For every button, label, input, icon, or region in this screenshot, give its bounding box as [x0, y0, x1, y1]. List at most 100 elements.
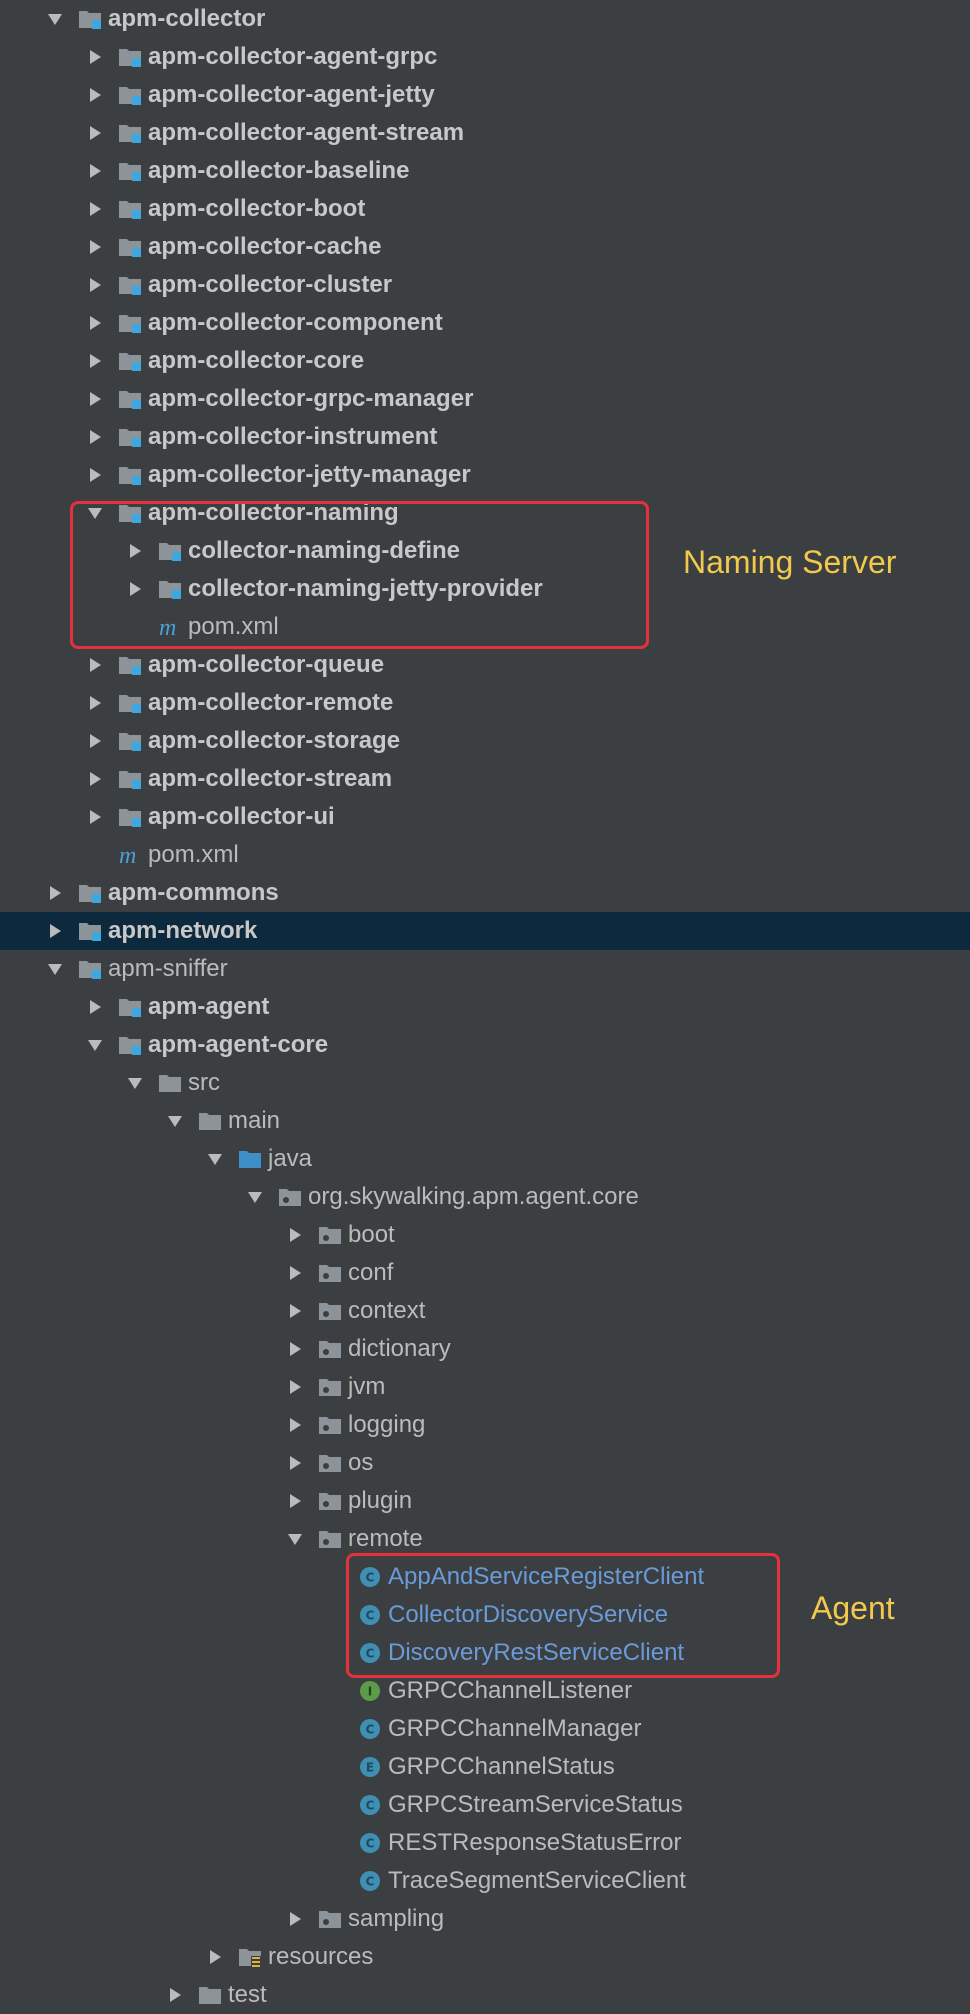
tree-row-jvm[interactable]: jvm [0, 1368, 970, 1406]
expand-arrow-icon[interactable] [286, 1492, 304, 1510]
collapse-arrow-icon[interactable] [206, 1150, 224, 1168]
tree-row-sampling[interactable]: sampling [0, 1900, 970, 1938]
expand-arrow-icon[interactable] [86, 314, 104, 332]
folder-icon [198, 1984, 222, 2006]
tree-row-apm-collector-agent-stream[interactable]: apm-collector-agent-stream [0, 114, 970, 152]
tree-row-test[interactable]: test [0, 1976, 970, 2014]
tree-row-org-skywalking-apm-agent-core[interactable]: org.skywalking.apm.agent.core [0, 1178, 970, 1216]
tree-row-main[interactable]: main [0, 1102, 970, 1140]
expand-arrow-icon[interactable] [286, 1454, 304, 1472]
collapse-arrow-icon[interactable] [286, 1530, 304, 1548]
tree-row-context[interactable]: context [0, 1292, 970, 1330]
expand-arrow-icon[interactable] [286, 1302, 304, 1320]
tree-row-grpcstreamservicestatus[interactable]: C GRPCStreamServiceStatus [0, 1786, 970, 1824]
tree-row-apm-agent[interactable]: apm-agent [0, 988, 970, 1026]
module-folder-icon [118, 730, 142, 752]
tree-row-plugin[interactable]: plugin [0, 1482, 970, 1520]
expand-arrow-icon[interactable] [86, 770, 104, 788]
collapse-arrow-icon[interactable] [46, 960, 64, 978]
expand-arrow-icon[interactable] [86, 694, 104, 712]
expand-arrow-icon[interactable] [86, 428, 104, 446]
tree-row-java[interactable]: java [0, 1140, 970, 1178]
tree-item-label: src [188, 1069, 220, 1096]
expand-arrow-icon[interactable] [86, 200, 104, 218]
tree-row-resources[interactable]: resources [0, 1938, 970, 1976]
tree-row-logging[interactable]: logging [0, 1406, 970, 1444]
tree-row-grpcchannelmanager[interactable]: C GRPCChannelManager [0, 1710, 970, 1748]
package-icon [318, 1262, 342, 1284]
expand-arrow-icon[interactable] [206, 1948, 224, 1966]
expand-arrow-icon[interactable] [86, 390, 104, 408]
expand-arrow-icon[interactable] [46, 922, 64, 940]
expand-arrow-icon[interactable] [286, 1910, 304, 1928]
tree-row-apm-collector-remote[interactable]: apm-collector-remote [0, 684, 970, 722]
tree-item-label: GRPCChannelListener [388, 1677, 633, 1704]
tree-row-grpcchannelstatus[interactable]: E GRPCChannelStatus [0, 1748, 970, 1786]
tree-item-label: apm-agent-core [148, 1031, 329, 1058]
tree-row-apm-collector-cluster[interactable]: apm-collector-cluster [0, 266, 970, 304]
collapse-arrow-icon[interactable] [86, 1036, 104, 1054]
collapse-arrow-icon[interactable] [246, 1188, 264, 1206]
tree-item-label: org.skywalking.apm.agent.core [308, 1183, 639, 1210]
tree-row-apm-collector-core[interactable]: apm-collector-core [0, 342, 970, 380]
expand-arrow-icon[interactable] [86, 238, 104, 256]
package-icon [318, 1224, 342, 1246]
tree-row-conf[interactable]: conf [0, 1254, 970, 1292]
expand-arrow-icon[interactable] [286, 1226, 304, 1244]
tree-row-tracesegmentserviceclient[interactable]: C TraceSegmentServiceClient [0, 1862, 970, 1900]
expand-arrow-icon[interactable] [166, 1986, 184, 2004]
expand-arrow-icon[interactable] [86, 86, 104, 104]
tree-row-apm-collector-baseline[interactable]: apm-collector-baseline [0, 152, 970, 190]
tree-row-boot[interactable]: boot [0, 1216, 970, 1254]
tree-row-apm-collector-ui[interactable]: apm-collector-ui [0, 798, 970, 836]
expand-arrow-icon[interactable] [86, 732, 104, 750]
expand-arrow-icon[interactable] [286, 1378, 304, 1396]
tree-row-apm-collector-storage[interactable]: apm-collector-storage [0, 722, 970, 760]
expand-arrow-icon[interactable] [86, 466, 104, 484]
tree-row-apm-network[interactable]: apm-network [0, 912, 970, 950]
module-folder-icon [78, 882, 102, 904]
expand-arrow-icon[interactable] [86, 998, 104, 1016]
tree-row-apm-sniffer[interactable]: apm-sniffer [0, 950, 970, 988]
expand-arrow-icon[interactable] [286, 1340, 304, 1358]
tree-item-label: conf [348, 1259, 394, 1286]
tree-item-label: apm-collector-storage [148, 727, 401, 754]
tree-row-apm-agent-core[interactable]: apm-agent-core [0, 1026, 970, 1064]
module-folder-icon [78, 8, 102, 30]
expand-arrow-icon[interactable] [86, 276, 104, 294]
tree-row-dictionary[interactable]: dictionary [0, 1330, 970, 1368]
expand-arrow-icon[interactable] [86, 352, 104, 370]
tree-row-apm-collector-agent-grpc[interactable]: apm-collector-agent-grpc [0, 38, 970, 76]
tree-item-label: java [268, 1145, 313, 1172]
collapse-arrow-icon[interactable] [166, 1112, 184, 1130]
expand-arrow-icon[interactable] [286, 1264, 304, 1282]
expand-arrow-icon[interactable] [86, 48, 104, 66]
tree-row-apm-collector-instrument[interactable]: apm-collector-instrument [0, 418, 970, 456]
svg-text:I: I [368, 1685, 372, 1699]
tree-row-src[interactable]: src [0, 1064, 970, 1102]
expand-arrow-icon[interactable] [46, 884, 64, 902]
tree-row-os[interactable]: os [0, 1444, 970, 1482]
naming-server-annotation: Naming Server [683, 544, 897, 580]
module-folder-icon [118, 274, 142, 296]
tree-row-apm-collector-cache[interactable]: apm-collector-cache [0, 228, 970, 266]
collapse-arrow-icon[interactable] [126, 1074, 144, 1092]
tree-row-apm-collector-grpc-manager[interactable]: apm-collector-grpc-manager [0, 380, 970, 418]
tree-row-apm-collector-boot[interactable]: apm-collector-boot [0, 190, 970, 228]
expand-arrow-icon[interactable] [286, 1416, 304, 1434]
tree-row-apm-collector-jetty-manager[interactable]: apm-collector-jetty-manager [0, 456, 970, 494]
expand-arrow-icon[interactable] [86, 162, 104, 180]
tree-row-restresponsestatuserror[interactable]: C RESTResponseStatusError [0, 1824, 970, 1862]
tree-row-apm-collector-stream[interactable]: apm-collector-stream [0, 760, 970, 798]
tree-row-apm-collector-queue[interactable]: apm-collector-queue [0, 646, 970, 684]
tree-row-apm-collector-component[interactable]: apm-collector-component [0, 304, 970, 342]
module-folder-icon [118, 806, 142, 828]
expand-arrow-icon[interactable] [86, 656, 104, 674]
tree-row-apm-collector-agent-jetty[interactable]: apm-collector-agent-jetty [0, 76, 970, 114]
tree-row-apm-commons[interactable]: apm-commons [0, 874, 970, 912]
tree-row-pom-xml[interactable]: m pom.xml [0, 836, 970, 874]
tree-row-apm-collector[interactable]: apm-collector [0, 0, 970, 38]
expand-arrow-icon[interactable] [86, 124, 104, 142]
collapse-arrow-icon[interactable] [46, 10, 64, 28]
expand-arrow-icon[interactable] [86, 808, 104, 826]
